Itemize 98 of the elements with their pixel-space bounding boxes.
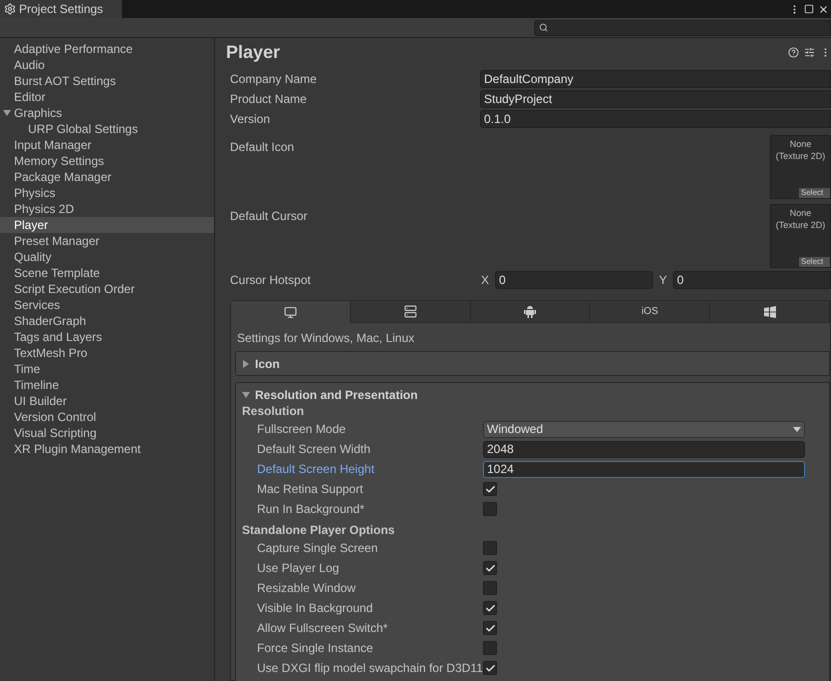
sidebar-item[interactable]: Script Execution Order	[0, 281, 214, 297]
axis-label: Y	[658, 272, 668, 289]
maximize-icon[interactable]	[804, 4, 814, 14]
section-title: Icon	[255, 356, 280, 372]
sidebar-item[interactable]: Timeline	[0, 377, 214, 393]
check-icon	[484, 602, 496, 614]
foldout-arrow-icon[interactable]	[242, 390, 250, 398]
field-label: Default Cursor	[230, 208, 308, 225]
setting-label: Mac Retina Support	[256, 481, 364, 498]
close-icon[interactable]	[818, 4, 829, 14]
help-icon[interactable]	[788, 46, 799, 58]
check-icon	[484, 562, 496, 574]
window-tab[interactable]: Project Settings	[0, 0, 122, 18]
setting-label: Fullscreen Mode	[256, 421, 347, 438]
setting-label: Run In Background*	[256, 501, 366, 518]
sidebar-item[interactable]: Audio	[0, 57, 214, 73]
sidebar-item[interactable]: XR Plugin Management	[0, 441, 214, 457]
foldout-arrow-icon[interactable]	[3, 109, 11, 117]
input-field[interactable]: DefaultCompany	[480, 70, 831, 88]
texture-slot[interactable]: None (Texture 2D) Select	[770, 204, 831, 268]
setting-label: Force Single Instance	[256, 640, 374, 657]
checkbox[interactable]	[483, 561, 497, 575]
field-label: Version	[230, 111, 272, 128]
setting-label: Default Screen Width	[256, 441, 372, 458]
checkbox[interactable]	[483, 581, 497, 595]
sidebar-item[interactable]: Version Control	[0, 409, 214, 425]
sidebar-item[interactable]: TextMesh Pro	[0, 345, 214, 361]
field-label: Cursor Hotspot	[230, 272, 312, 289]
sidebar-item[interactable]: Package Manager	[0, 169, 214, 185]
setting-label: Use DXGI flip model swapchain for D3D11	[256, 660, 483, 677]
input-field[interactable]: 0	[495, 271, 653, 289]
foldout-arrow-icon[interactable]	[242, 360, 250, 368]
axis-label: X	[481, 272, 490, 289]
sidebar-item[interactable]: Burst AOT Settings	[0, 73, 214, 89]
android-icon	[524, 305, 536, 318]
sliders-icon[interactable]	[804, 46, 815, 58]
sidebar-item[interactable]: Editor	[0, 89, 214, 105]
search-field[interactable]	[534, 20, 831, 36]
setting-label: Capture Single Screen	[256, 540, 379, 557]
caret-icon	[793, 426, 801, 432]
platform-tab[interactable]	[470, 301, 590, 323]
checkbox[interactable]	[483, 482, 497, 496]
section-title: Resolution and Presentation	[255, 386, 418, 404]
texture-slot[interactable]: None (Texture 2D) Select	[770, 135, 831, 199]
monitor-icon	[284, 306, 297, 318]
sidebar-item[interactable]: Tags and Layers	[0, 329, 214, 345]
input-field[interactable]: 0	[673, 271, 831, 289]
page-title: Player	[226, 40, 280, 64]
input-field[interactable]: 1024	[483, 460, 805, 478]
select-button[interactable]: Select	[799, 188, 830, 198]
group-title: Standalone Player Options	[242, 522, 396, 538]
select-button[interactable]: Select	[799, 257, 830, 267]
windows-icon	[764, 306, 776, 318]
field-label: Company Name	[230, 71, 318, 88]
check-icon	[484, 662, 496, 674]
platform-tab[interactable]	[350, 301, 471, 323]
group-title: Resolution	[242, 403, 305, 419]
input-field[interactable]: 0.1.0	[480, 110, 831, 128]
platform-tab[interactable]	[710, 301, 830, 323]
sidebar-item[interactable]: Time	[0, 361, 214, 377]
sidebar-item[interactable]: ShaderGraph	[0, 313, 214, 329]
sidebar-item[interactable]: Graphics	[0, 105, 214, 121]
dropdown[interactable]: Windowed	[483, 420, 805, 438]
platform-caption: Settings for Windows, Mac, Linux	[236, 330, 416, 347]
checkbox[interactable]	[483, 541, 497, 555]
field-label: Default Icon	[230, 139, 296, 156]
setting-label: Default Screen Height	[256, 461, 376, 478]
sidebar-item[interactable]: Visual Scripting	[0, 425, 214, 441]
setting-label: Visible In Background	[256, 600, 374, 617]
sidebar-item[interactable]: Services	[0, 297, 214, 313]
checkbox[interactable]	[483, 661, 497, 675]
sidebar-item[interactable]: Adaptive Performance	[0, 41, 214, 57]
sidebar-item[interactable]: Input Manager	[0, 137, 214, 153]
input-field[interactable]: 2048	[483, 440, 805, 458]
sidebar-item[interactable]: Player	[0, 217, 214, 233]
checkbox[interactable]	[483, 601, 497, 615]
sidebar-item[interactable]: URP Global Settings	[0, 121, 214, 137]
setting-label: Resizable Window	[256, 580, 357, 597]
checkbox[interactable]	[483, 502, 497, 516]
search-icon	[539, 23, 548, 32]
sidebar-item[interactable]: UI Builder	[0, 393, 214, 409]
setting-label: Use Player Log	[256, 560, 340, 577]
server-icon	[404, 305, 417, 318]
setting-label: Allow Fullscreen Switch*	[256, 620, 389, 637]
sidebar-item[interactable]: Memory Settings	[0, 153, 214, 169]
platform-tab[interactable]: iOS	[590, 301, 710, 323]
field-label: Product Name	[230, 91, 308, 108]
sidebar-item[interactable]: Physics	[0, 185, 214, 201]
input-field[interactable]: StudyProject	[480, 90, 831, 108]
checkbox[interactable]	[483, 621, 497, 635]
sidebar-item[interactable]: Preset Manager	[0, 233, 214, 249]
check-icon	[484, 484, 496, 494]
sidebar-item[interactable]: Quality	[0, 249, 214, 265]
sidebar-item[interactable]: Physics 2D	[0, 201, 214, 217]
checkbox[interactable]	[483, 641, 497, 655]
check-icon	[484, 622, 496, 634]
gear-icon	[4, 3, 16, 15]
sidebar-item[interactable]: Scene Template	[0, 265, 214, 281]
